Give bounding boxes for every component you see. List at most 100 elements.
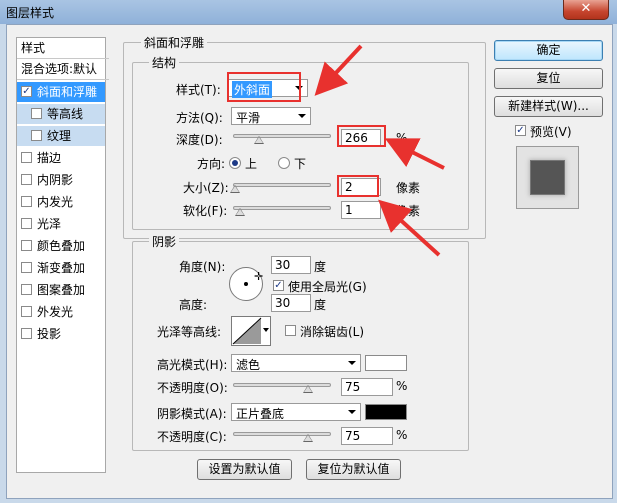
size-slider-track[interactable] — [233, 183, 331, 187]
style-item-drop-shadow[interactable]: 投影 — [17, 324, 105, 344]
blending-options-item[interactable]: 混合选项:默认 — [17, 59, 109, 80]
style-item-label: 内阴影 — [37, 173, 74, 187]
set-default-button[interactable]: 设置为默认值 — [197, 459, 292, 480]
direction-down-radio[interactable] — [278, 157, 290, 169]
style-item-gradient-overlay[interactable]: 渐变叠加 — [17, 258, 105, 278]
technique-select[interactable]: 平滑 — [231, 107, 311, 125]
preview-checkbox[interactable]: ✓ — [515, 125, 526, 136]
depth-slider-thumb[interactable] — [254, 136, 265, 144]
annotation-highlight-box — [337, 125, 386, 147]
angle-dial-center — [244, 282, 248, 286]
chevron-down-icon — [348, 410, 356, 414]
gradient-overlay-checkbox[interactable] — [21, 262, 32, 273]
texture-checkbox[interactable] — [31, 130, 42, 141]
window-title: 图层样式 — [6, 6, 55, 20]
style-item-label: 渐变叠加 — [37, 261, 86, 275]
style-item-label: 投影 — [37, 327, 62, 341]
shadow-opacity-track[interactable] — [233, 432, 331, 436]
shadow-mode-label: 阴影模式(A): — [157, 407, 227, 421]
pattern-overlay-checkbox[interactable] — [21, 284, 32, 295]
size-unit: 像素 — [396, 181, 421, 195]
inner-shadow-checkbox[interactable] — [21, 174, 32, 185]
new-style-button[interactable]: 新建样式(W)... — [494, 96, 603, 117]
dialog-body: 样式 混合选项:默认 ✓ 斜面和浮雕 等高线 纹理 描边 内阴影 内发光 光泽 — [6, 24, 613, 499]
direction-up-radio[interactable] — [229, 157, 241, 169]
style-list: 样式 混合选项:默认 ✓ 斜面和浮雕 等高线 纹理 描边 内阴影 内发光 光泽 — [16, 37, 109, 473]
crosshair-icon: ✛ — [254, 270, 264, 283]
gloss-contour-picker[interactable] — [231, 316, 271, 346]
size-slider-thumb[interactable] — [230, 185, 240, 193]
linear-contour-icon — [232, 317, 262, 345]
contour-checkbox[interactable] — [31, 108, 42, 119]
technique-value: 平滑 — [236, 111, 261, 125]
highlight-opacity-label: 不透明度(O): — [157, 381, 228, 395]
style-item-label: 图案叠加 — [37, 283, 86, 297]
stroke-checkbox[interactable] — [21, 152, 32, 163]
chevron-down-icon — [298, 114, 306, 118]
direction-label: 方向: — [197, 157, 226, 171]
style-item-label: 颜色叠加 — [37, 239, 86, 253]
depth-slider-track[interactable] — [233, 134, 331, 138]
style-item-label: 内发光 — [37, 195, 74, 209]
style-item-color-overlay[interactable]: 颜色叠加 — [17, 236, 105, 256]
style-item-label: 描边 — [37, 151, 62, 165]
satin-checkbox[interactable] — [21, 218, 32, 229]
highlight-opacity-track[interactable] — [233, 383, 331, 387]
reset-button[interactable]: 复位 — [494, 68, 603, 89]
soften-unit: 像素 — [396, 204, 421, 218]
shadow-mode-select[interactable]: 正片叠底 — [231, 403, 361, 421]
global-light-label: 使用全局光(G) — [288, 280, 367, 294]
depth-unit: % — [396, 131, 408, 145]
angle-unit: 度 — [314, 260, 327, 274]
depth-label: 深度(D): — [176, 133, 223, 147]
soften-slider-thumb[interactable] — [235, 208, 245, 216]
altitude-input[interactable]: 30 — [271, 294, 311, 312]
anti-alias-checkbox[interactable] — [285, 325, 296, 336]
color-overlay-checkbox[interactable] — [21, 240, 32, 251]
direction-down-label: 下 — [294, 157, 307, 171]
style-item-pattern-overlay[interactable]: 图案叠加 — [17, 280, 105, 300]
ok-button[interactable]: 确定 — [494, 40, 603, 61]
highlight-mode-select[interactable]: 滤色 — [231, 354, 361, 372]
style-item-contour[interactable]: 等高线 — [17, 104, 105, 124]
style-item-texture[interactable]: 纹理 — [17, 126, 105, 146]
style-item-inner-shadow[interactable]: 内阴影 — [17, 170, 105, 190]
style-list-header[interactable]: 样式 — [17, 38, 109, 59]
global-light-checkbox[interactable]: ✓ — [273, 280, 284, 291]
style-item-label: 斜面和浮雕 — [37, 85, 98, 99]
close-button[interactable]: ✕ — [563, 0, 609, 20]
highlight-mode-value: 滤色 — [236, 358, 261, 372]
drop-shadow-checkbox[interactable] — [21, 328, 32, 339]
annotation-highlight-box — [227, 72, 301, 102]
style-item-satin[interactable]: 光泽 — [17, 214, 105, 234]
shadow-opacity-input[interactable]: 75 — [341, 427, 393, 445]
direction-up-label: 上 — [245, 157, 258, 171]
gloss-contour-label: 光泽等高线: — [157, 325, 222, 339]
style-item-label: 外发光 — [37, 305, 74, 319]
shadow-opacity-thumb[interactable] — [303, 434, 313, 442]
style-item-outer-glow[interactable]: 外发光 — [17, 302, 105, 322]
highlight-opacity-thumb[interactable] — [303, 385, 313, 393]
style-item-bevel-emboss[interactable]: ✓ 斜面和浮雕 — [17, 82, 105, 102]
style-item-stroke[interactable]: 描边 — [17, 148, 105, 168]
angle-input[interactable]: 30 — [271, 256, 311, 274]
highlight-mode-label: 高光模式(H): — [157, 358, 228, 372]
highlight-opacity-input[interactable]: 75 — [341, 378, 393, 396]
soften-input[interactable]: 1 — [341, 201, 381, 219]
style-item-label: 纹理 — [47, 129, 72, 143]
shadow-color-swatch[interactable] — [365, 404, 407, 420]
shadow-mode-value: 正片叠底 — [236, 407, 285, 421]
bevel-emboss-checkbox[interactable]: ✓ — [21, 86, 32, 97]
reset-default-button[interactable]: 复位为默认值 — [306, 459, 401, 480]
outer-glow-checkbox[interactable] — [21, 306, 32, 317]
preview-label: 预览(V) — [530, 125, 572, 139]
style-item-label: 光泽 — [37, 217, 62, 231]
style-label: 样式(T): — [176, 83, 221, 97]
shading-group-title: 阴影 — [149, 233, 180, 250]
inner-glow-checkbox[interactable] — [21, 196, 32, 207]
title-bar: 图层样式 ✕ — [0, 0, 617, 24]
highlight-color-swatch[interactable] — [365, 355, 407, 371]
soften-slider-track[interactable] — [233, 206, 331, 210]
style-item-inner-glow[interactable]: 内发光 — [17, 192, 105, 212]
shadow-opacity-label: 不透明度(C): — [157, 430, 227, 444]
